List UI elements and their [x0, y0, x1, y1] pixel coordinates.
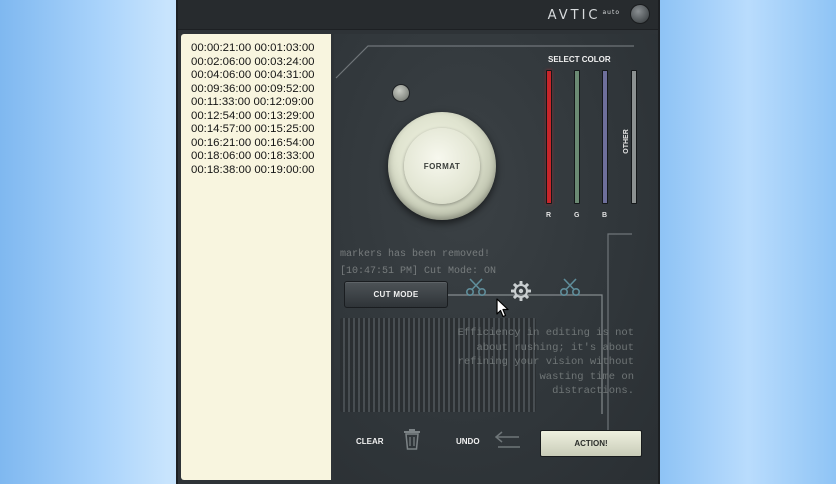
quote-text: Efficiency in editing is not about rushi… [412, 326, 634, 399]
marker-item[interactable]: 00:12:54:00 00:13:29:00 [191, 110, 331, 124]
markers-list[interactable]: 00:00:21:00 00:01:03:00 00:02:06:00 00:0… [181, 34, 331, 480]
marker-item[interactable]: 00:04:06:00 00:04:31:00 [191, 69, 331, 83]
cut-mode-button[interactable]: CUT MODE [344, 281, 448, 308]
other-slider-label: OTHER [622, 129, 630, 154]
gear-icon[interactable] [510, 280, 532, 302]
green-color-slider[interactable] [574, 70, 580, 204]
quote-line: about rushing; it's about [476, 341, 634, 354]
other-color-slider[interactable] [631, 70, 637, 204]
marker-item[interactable]: 00:16:21:00 00:16:54:00 [191, 137, 331, 151]
scissors-icon[interactable] [464, 277, 488, 297]
brand-name: AVTIC [547, 8, 601, 23]
app-window: AVTIC auto 00:00:21:00 00:01:03:00 00:02:… [176, 0, 660, 484]
window-knob-button[interactable] [630, 4, 650, 24]
marker-item[interactable]: 00:02:06:00 00:03:24:00 [191, 56, 331, 70]
marker-item[interactable]: 00:00:21:00 00:01:03:00 [191, 42, 331, 56]
action-button[interactable]: ACTION! [540, 430, 642, 457]
undo-button[interactable]: UNDO [456, 437, 480, 446]
brand-suffix: auto [602, 8, 620, 16]
quote-line: distractions. [552, 385, 634, 397]
red-slider-label: R [546, 212, 552, 219]
status-log: markers has been removed! [10:47:51 PM] … [340, 246, 496, 280]
log-line: markers has been removed! [340, 249, 491, 260]
quote-line: refining your vision without [457, 356, 634, 368]
scissors-icon[interactable] [558, 277, 582, 297]
format-label: FORMAT [423, 161, 461, 171]
marker-item[interactable]: 00:18:06:00 00:18:33:00 [191, 150, 331, 164]
blue-color-slider[interactable] [602, 70, 608, 204]
app-brand: AVTIC auto [548, 8, 620, 23]
title-bar: AVTIC auto [178, 0, 658, 30]
green-slider-label: G [574, 212, 580, 219]
marker-item[interactable]: 00:09:36:00 00:09:52:00 [191, 83, 331, 97]
marker-item[interactable]: 00:18:38:00 00:19:00:00 [191, 164, 331, 178]
format-knob[interactable]: FORMAT [388, 112, 496, 220]
quote-line: Efficiency in editing is not [457, 327, 634, 339]
log-line: [10:47:51 PM] Cut Mode: ON [340, 266, 497, 277]
mouse-cursor [496, 298, 509, 318]
red-color-slider[interactable] [546, 70, 552, 204]
small-dial-knob[interactable] [392, 84, 410, 102]
blue-slider-label: B [602, 212, 608, 219]
desktop-background-right [660, 0, 836, 484]
clear-button[interactable]: CLEAR [356, 437, 384, 446]
control-panel: FORMAT SELECT COLOR R G B OTHER markers … [334, 34, 658, 480]
quote-line: wasting time on [539, 370, 634, 383]
undo-arrow-icon[interactable] [494, 430, 522, 450]
marker-item[interactable]: 00:11:33:00 00:12:09:00 [191, 96, 331, 110]
select-color-title: SELECT COLOR [548, 55, 611, 64]
trash-icon[interactable] [402, 428, 422, 450]
marker-item[interactable]: 00:14:57:00 00:15:25:00 [191, 123, 331, 137]
